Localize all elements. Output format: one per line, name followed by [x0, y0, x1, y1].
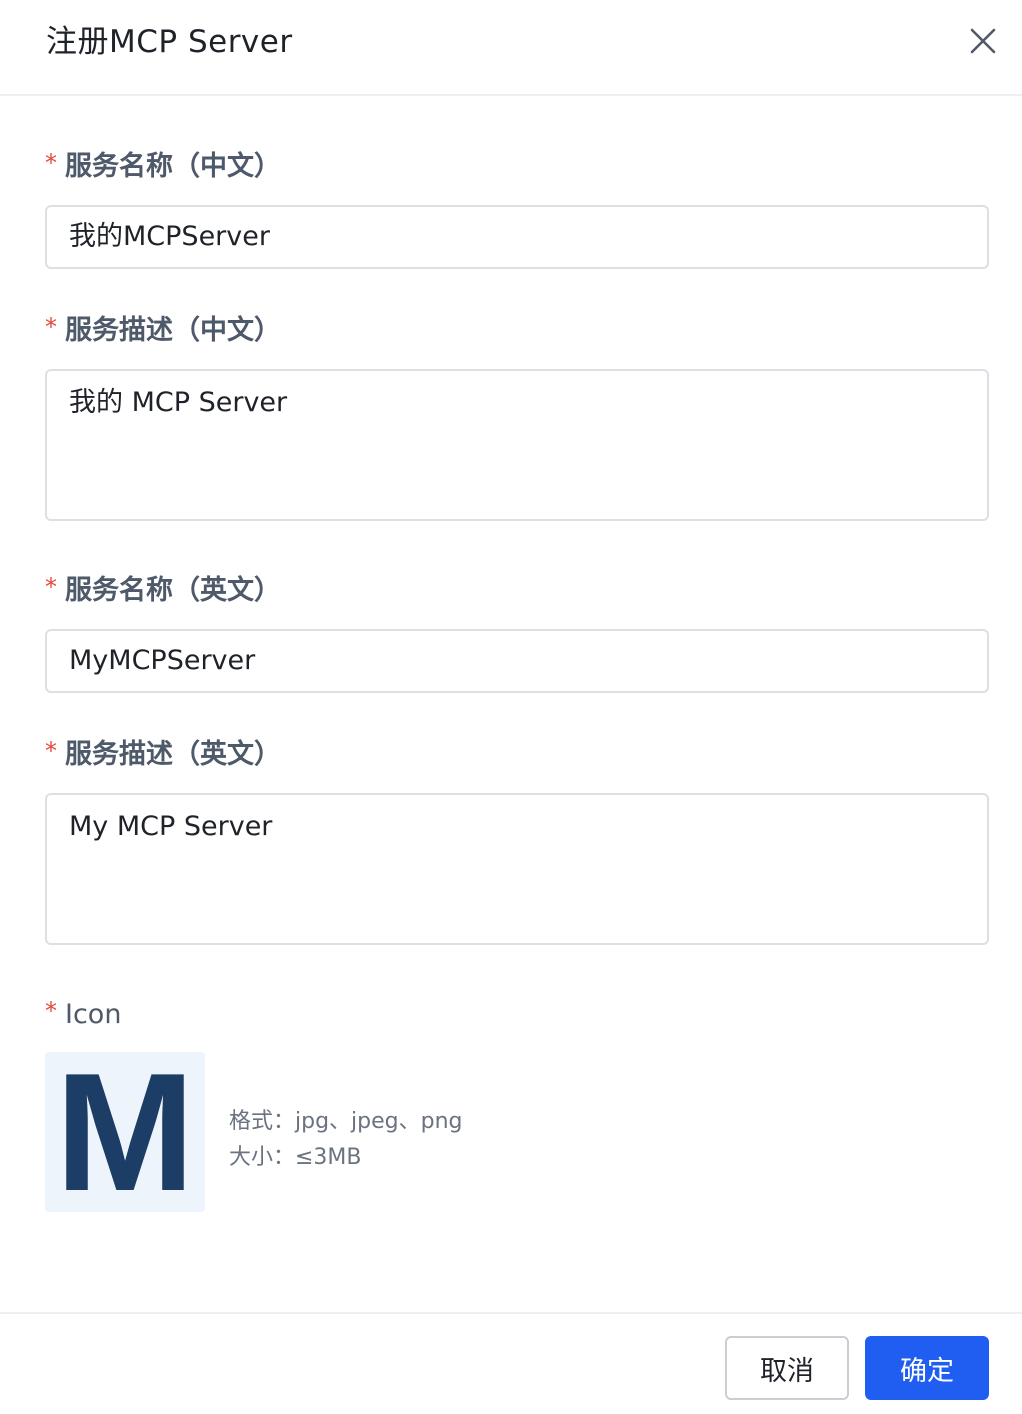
dialog-header: 注册MCP Server [0, 0, 1022, 96]
svg-text:M: M [55, 1068, 195, 1196]
required-mark: * [45, 573, 57, 601]
required-mark: * [45, 149, 57, 177]
icon-format-hint: 格式：jpg、jpeg、png [229, 1109, 463, 1134]
required-mark: * [45, 997, 57, 1025]
icon-label: * Icon [45, 997, 121, 1033]
register-mcp-dialog: 注册MCP Server * 服务名称（中文） 我的MCPServer * 服务描述… [0, 0, 1022, 1414]
desc-zh-textarea[interactable]: 我的 MCP Server [45, 369, 989, 521]
desc-en-label: * 服务描述（英文） [45, 737, 281, 773]
desc-zh-label-text: 服务描述（中文） [65, 315, 281, 346]
icon-label-text: Icon [65, 999, 122, 1030]
name-en-label-text: 服务名称（英文） [65, 575, 281, 606]
name-en-input[interactable]: MyMCPServer [45, 629, 989, 693]
dialog-footer: 取消 确定 [0, 1312, 1022, 1414]
name-zh-input[interactable]: 我的MCPServer [45, 205, 989, 269]
required-mark: * [45, 313, 57, 341]
icon-size-hint: 大小：≤3MB [229, 1145, 362, 1170]
cancel-button[interactable]: 取消 [725, 1336, 849, 1400]
desc-en-label-text: 服务描述（英文） [65, 739, 281, 770]
icon-upload-preview[interactable]: M [45, 1052, 205, 1212]
desc-en-textarea[interactable]: My MCP Server [45, 793, 989, 945]
desc-zh-label: * 服务描述（中文） [45, 313, 281, 349]
confirm-button[interactable]: 确定 [865, 1336, 989, 1400]
required-mark: * [45, 737, 57, 765]
close-icon [970, 28, 996, 54]
name-zh-label-text: 服务名称（中文） [65, 151, 281, 182]
name-en-label: * 服务名称（英文） [45, 573, 281, 609]
dialog-title: 注册MCP Server [46, 24, 293, 60]
close-button[interactable] [964, 22, 1002, 60]
name-zh-label: * 服务名称（中文） [45, 149, 281, 185]
mcp-logo-icon: M [55, 1068, 195, 1196]
